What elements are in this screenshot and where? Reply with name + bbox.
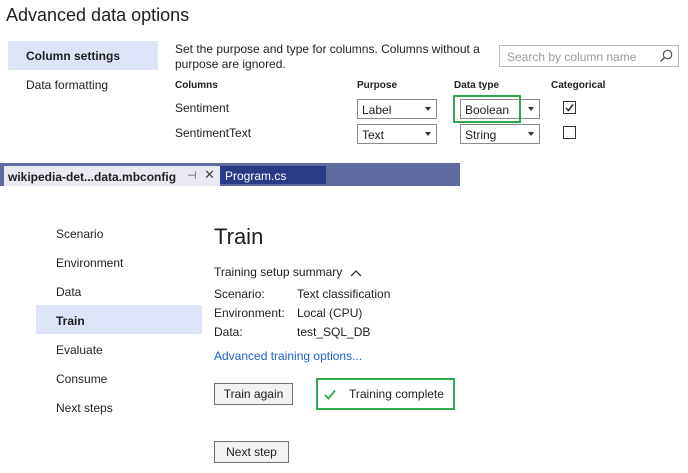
nav-data-formatting[interactable]: Data formatting (26, 78, 108, 92)
advanced-training-options-link[interactable]: Advanced training options... (214, 349, 362, 363)
chevron-down-icon (425, 132, 431, 136)
row-sentiment-column: Sentiment (175, 101, 230, 115)
summary-key-scenario: Scenario: (214, 287, 265, 301)
categorical-checkbox-sentimenttext[interactable] (563, 126, 576, 139)
nav-consume[interactable]: Consume (56, 372, 107, 386)
summary-key-data: Data: (214, 325, 243, 339)
chevron-down-icon (425, 107, 431, 111)
search-placeholder: Search by column name (507, 50, 637, 64)
tab-program-cs-label: Program.cs (225, 169, 287, 183)
datatype-highlight (453, 95, 521, 123)
summary-toggle-label: Training setup summary (214, 265, 343, 279)
datatype-value: String (465, 128, 497, 142)
purpose-dropdown-sentimenttext[interactable]: Text (357, 124, 437, 144)
chevron-up-icon (350, 269, 362, 277)
summary-value-data: test_SQL_DB (297, 325, 371, 339)
row-sentimenttext-column: SentimentText (175, 126, 252, 140)
datatype-dropdown-sentimenttext[interactable]: String (460, 124, 540, 144)
header-categorical: Categorical (551, 80, 606, 91)
nav-scenario[interactable]: Scenario (56, 227, 103, 241)
check-icon (324, 389, 336, 400)
tab-mbconfig[interactable]: wikipedia-det...data.mbconfig ⊣ ✕ (4, 166, 220, 186)
chevron-down-icon (528, 107, 534, 111)
summary-key-environment: Environment: (214, 306, 285, 320)
nav-evaluate[interactable]: Evaluate (56, 343, 103, 357)
categorical-checkbox-sentiment[interactable] (563, 101, 576, 114)
nav-environment[interactable]: Environment (56, 256, 123, 270)
dialog-title: Advanced data options (6, 5, 190, 25)
summary-value-scenario: Text classification (297, 287, 391, 301)
training-status-text: Training complete (349, 387, 444, 401)
dialog-description: Set the purpose and type for columns. Co… (175, 42, 480, 71)
header-columns: Columns (175, 80, 218, 91)
nav-next-steps[interactable]: Next steps (56, 401, 113, 415)
next-step-button[interactable]: Next step (214, 441, 289, 463)
nav-data[interactable]: Data (56, 285, 81, 299)
tab-mbconfig-label: wikipedia-det...data.mbconfig (8, 170, 177, 184)
tab-program-cs[interactable]: Program.cs (220, 166, 326, 184)
purpose-dropdown-sentiment[interactable]: Label (357, 99, 437, 119)
purpose-value: Label (362, 103, 392, 117)
search-icon (660, 49, 673, 62)
training-status: Training complete (316, 378, 455, 410)
close-icon[interactable]: ✕ (204, 167, 215, 183)
purpose-value: Text (362, 128, 385, 142)
column-search-input[interactable]: Search by column name (499, 45, 679, 67)
checkmark-icon (565, 104, 574, 112)
page-title: Train (214, 224, 264, 249)
nav-column-settings[interactable]: Column settings (8, 41, 158, 70)
summary-toggle[interactable]: Training setup summary (214, 265, 363, 279)
nav-train[interactable]: Train (56, 314, 85, 328)
summary-value-environment: Local (CPU) (297, 306, 363, 320)
train-again-button[interactable]: Train again (214, 383, 293, 405)
header-data-type: Data type (454, 80, 500, 91)
chevron-down-icon (528, 132, 534, 136)
header-purpose: Purpose (357, 80, 398, 91)
pin-icon[interactable]: ⊣ (187, 169, 197, 182)
